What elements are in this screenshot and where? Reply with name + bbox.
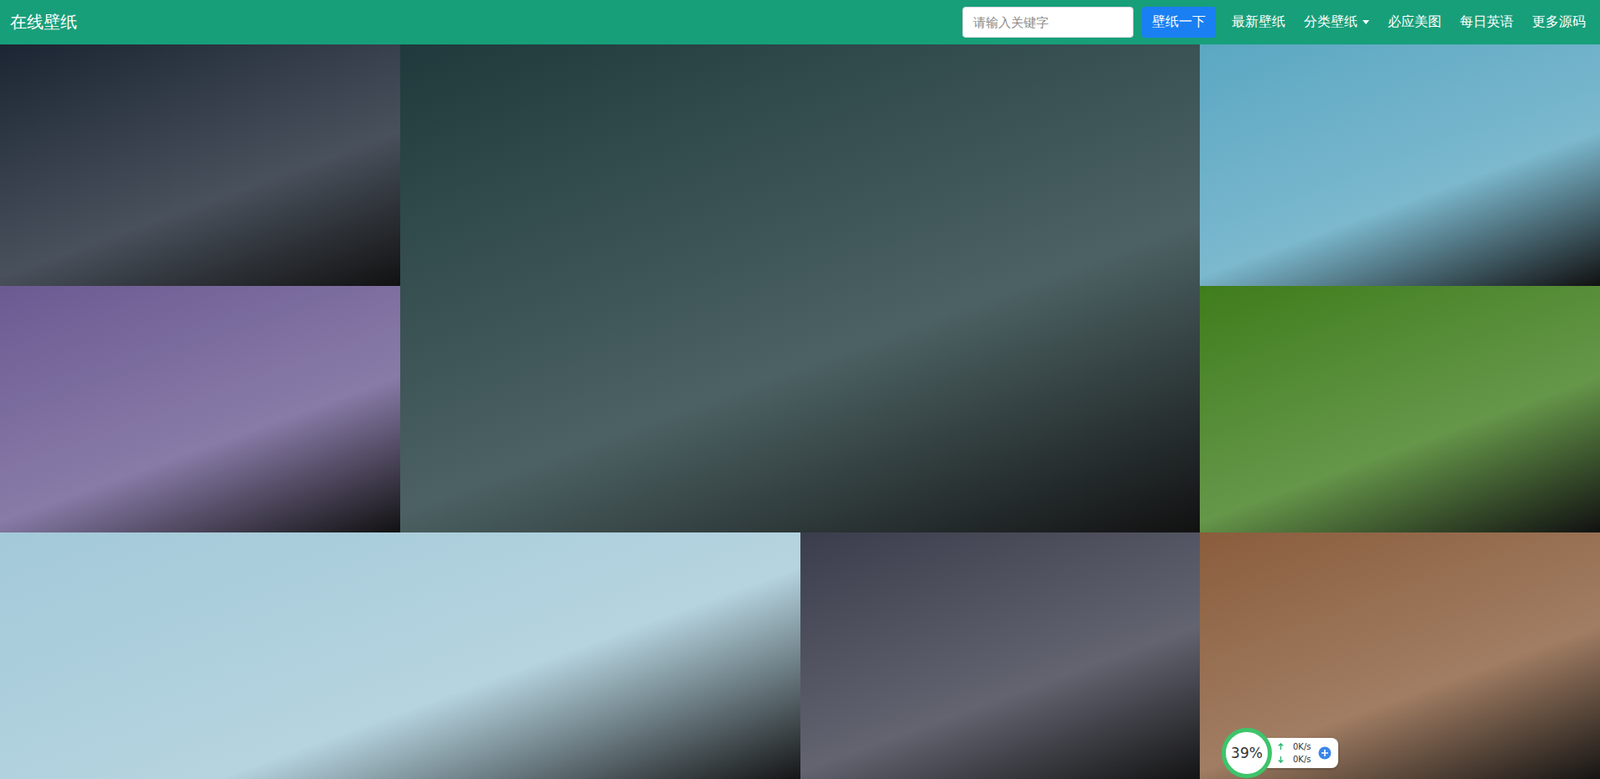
page: 在线壁纸壁纸一下最新壁纸分类壁纸必应美图每日英语更多源码39%0K/s0K/s <box>0 0 1600 779</box>
nav-right: 壁纸一下最新壁纸分类壁纸必应美图每日英语更多源码 <box>962 6 1592 38</box>
nav-link[interactable]: 每日英语 <box>1454 8 1520 37</box>
download-speed: 0K/s <box>1276 753 1312 767</box>
wallpaper-tile[interactable] <box>0 286 401 533</box>
navbar: 在线壁纸 壁纸一下最新壁纸分类壁纸必应美图每日英语更多源码 <box>0 0 1600 45</box>
wallpaper-grid <box>0 44 1600 779</box>
search-input[interactable] <box>962 6 1134 38</box>
wallpaper-tile[interactable] <box>1199 44 1600 287</box>
caret-icon <box>1362 20 1370 25</box>
wallpaper-tile[interactable] <box>0 44 401 287</box>
nav-link[interactable]: 必应美图 <box>1381 8 1448 37</box>
search-button[interactable]: 壁纸一下 <box>1141 6 1216 38</box>
upload-speed: 0K/s <box>1276 740 1312 754</box>
down-arrow-icon <box>1276 755 1285 764</box>
up-arrow-icon <box>1276 743 1285 751</box>
wallpaper-tile[interactable] <box>0 532 801 779</box>
wallpaper-tile[interactable] <box>400 44 1201 533</box>
memory-percent: 39% <box>1221 728 1272 779</box>
speed-list: 0K/s0K/s <box>1276 740 1312 767</box>
nav-link[interactable]: 更多源码 <box>1526 8 1592 37</box>
speed-widget[interactable]: 39%0K/s0K/s <box>1221 728 1339 779</box>
nav-link[interactable]: 最新壁纸 <box>1225 8 1292 37</box>
brand[interactable]: 在线壁纸 <box>10 10 78 34</box>
rocket-icon[interactable] <box>1318 746 1332 761</box>
nav-link[interactable]: 分类壁纸 <box>1297 8 1376 37</box>
wallpaper-tile[interactable] <box>800 532 1201 779</box>
speed-box: 0K/s0K/s <box>1266 738 1339 769</box>
search-form: 壁纸一下 <box>962 6 1216 38</box>
wallpaper-tile[interactable] <box>1199 286 1600 533</box>
